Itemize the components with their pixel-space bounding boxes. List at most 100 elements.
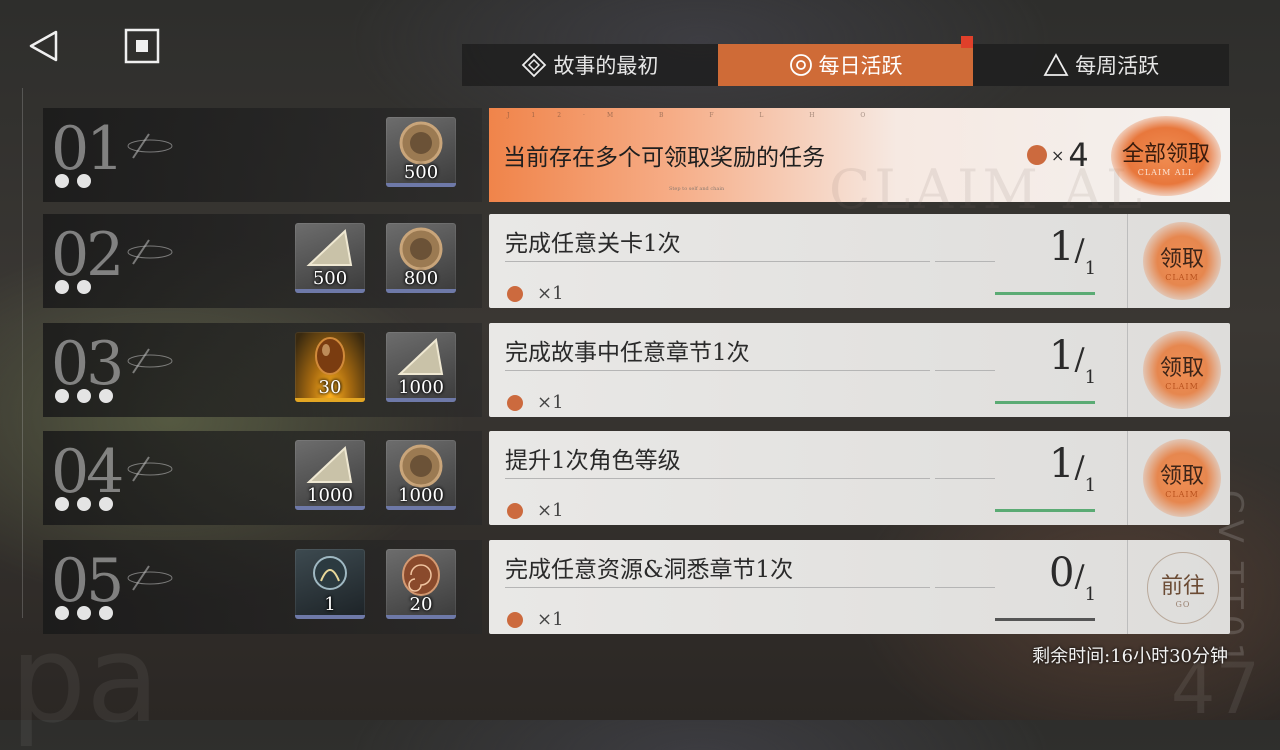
reward-panel: 02 500 800 <box>43 214 482 308</box>
reward-item-gem[interactable]: 30 <box>295 332 365 402</box>
claim-all-label: 全部领取 <box>1121 141 1210 167</box>
back-button[interactable] <box>26 28 62 64</box>
reward-panel: 05 1 20 <box>43 540 482 634</box>
task-reward: ×1 <box>537 283 564 304</box>
reward-panel: 04 1000 1000 <box>43 431 482 525</box>
go-sublabel: GO <box>1175 599 1191 609</box>
decor-code-text: J12·M B F L H O <box>507 112 888 119</box>
difficulty-dots <box>55 389 113 403</box>
claim-sublabel: CLAIM <box>1165 381 1199 391</box>
task-panel: 完成任意关卡1次 ×1 1/1 领取 CLAIM <box>489 214 1230 308</box>
task-title: 完成故事中任意章节1次 <box>505 340 750 366</box>
orb-icon <box>313 556 347 590</box>
go-label: 前往 <box>1160 573 1205 599</box>
number-deco-icon <box>127 565 173 591</box>
claim-count: × 4 <box>1027 136 1089 174</box>
reward-dot-icon <box>1027 145 1047 165</box>
number-deco-icon <box>127 456 173 482</box>
number-deco-icon <box>127 239 173 265</box>
task-row-03: 03 30 1000 完成故事中任意章节1次 ×1 1/1 领取 CLAIM <box>43 323 1230 417</box>
go-button[interactable]: 前往 GO <box>1147 552 1219 624</box>
claim-button[interactable]: 领取 CLAIM <box>1143 331 1221 409</box>
claim-all-title: 当前存在多个可领取奖励的任务 <box>503 145 825 171</box>
decor-background-text: CLAIM AL <box>829 158 1146 221</box>
difficulty-dots <box>55 174 91 188</box>
task-panel: 提升1次角色等级 ×1 1/1 领取 CLAIM <box>489 431 1230 525</box>
reward-item-orb[interactable]: 1 <box>295 549 365 619</box>
task-progress: 1/1 <box>1049 333 1097 388</box>
reward-item-shard[interactable]: 500 <box>295 223 365 293</box>
tab-label: 故事的最初 <box>553 54 659 78</box>
shard-icon <box>306 445 353 483</box>
tab-label: 每周活跃 <box>1075 54 1160 78</box>
task-panel: 完成故事中任意章节1次 ×1 1/1 领取 CLAIM <box>489 323 1230 417</box>
task-title: 提升1次角色等级 <box>505 448 681 474</box>
triangle-icon <box>1043 53 1069 76</box>
reward-item-coin[interactable]: 1000 <box>386 440 456 510</box>
back-arrow-icon <box>29 30 58 62</box>
difficulty-dots <box>55 606 113 620</box>
item-quantity: 1000 <box>307 485 353 506</box>
item-quantity: 1000 <box>398 377 444 398</box>
count-value: 4 <box>1068 136 1089 174</box>
home-button[interactable] <box>124 28 160 64</box>
progress-bar <box>995 618 1095 621</box>
tab-label: 每日活跃 <box>818 54 903 78</box>
claim-button[interactable]: 领取 CLAIM <box>1143 222 1221 300</box>
coin-icon <box>399 121 443 165</box>
diamond-icon <box>522 52 547 78</box>
ammonite-fossil-icon <box>402 554 440 596</box>
claim-label: 领取 <box>1159 246 1204 272</box>
remaining-time: 剩余时间:16小时30分钟 <box>1032 646 1228 667</box>
shard-icon <box>397 337 444 375</box>
progress-bar <box>995 509 1095 512</box>
task-title: 完成任意关卡1次 <box>505 231 681 257</box>
coin-icon <box>399 444 443 488</box>
task-row-05: 05 1 20 完成任意资源&洞悉章节1次 ×1 0/1 前往 GO <box>43 540 1230 634</box>
task-progress: 1/1 <box>1049 224 1097 279</box>
reward-item-coin[interactable]: 800 <box>386 223 456 293</box>
reward-item-coin[interactable]: 500 <box>386 117 456 187</box>
reward-dot-icon <box>507 503 523 519</box>
claim-button[interactable]: 领取 CLAIM <box>1143 439 1221 517</box>
number-deco-icon <box>127 133 173 159</box>
task-reward: ×1 <box>537 392 564 413</box>
shard-icon <box>306 228 353 266</box>
claim-sublabel: CLAIM <box>1165 489 1199 499</box>
left-deco-line <box>22 88 23 618</box>
claim-sublabel: CLAIM <box>1165 272 1199 282</box>
claim-all-button[interactable]: 全部领取 CLAIM ALL <box>1111 116 1221 196</box>
home-square-icon <box>124 28 160 64</box>
item-quantity: 500 <box>403 162 439 183</box>
reward-item-fossil[interactable]: 20 <box>386 549 456 619</box>
tab-story-beginning[interactable]: 故事的最初 <box>462 44 718 86</box>
tab-weekly-activity[interactable]: 每周活跃 <box>973 44 1230 86</box>
decor-small-text: Step to self and chain <box>669 186 725 192</box>
reward-dot-icon <box>507 612 523 628</box>
item-quantity: 1000 <box>398 485 444 506</box>
reward-dot-icon <box>507 395 523 411</box>
difficulty-dots <box>55 280 91 294</box>
reward-item-shard[interactable]: 1000 <box>386 332 456 402</box>
task-panel: 完成任意资源&洞悉章节1次 ×1 0/1 前往 GO <box>489 540 1230 634</box>
task-reward: ×1 <box>537 500 564 521</box>
item-quantity: 800 <box>403 268 439 289</box>
task-row-04: 04 1000 1000 提升1次角色等级 ×1 1/1 领取 CLAIM <box>43 431 1230 525</box>
item-quantity: 500 <box>312 268 348 289</box>
claim-label: 领取 <box>1159 463 1204 489</box>
claim-all-sublabel: CLAIM ALL <box>1137 167 1195 177</box>
number-deco-icon <box>127 348 173 374</box>
task-progress: 0/1 <box>1049 550 1097 605</box>
task-progress: 1/1 <box>1049 441 1097 496</box>
reward-panel: 03 30 1000 <box>43 323 482 417</box>
activity-tabs: 故事的最初 每日活跃 每周活跃 <box>462 36 1230 86</box>
item-quantity: 1 <box>324 594 336 615</box>
coin-icon <box>399 227 443 271</box>
reward-item-shard[interactable]: 1000 <box>295 440 365 510</box>
tab-daily-activity[interactable]: 每日活跃 <box>717 36 974 86</box>
reward-panel: 01 500 <box>43 108 482 202</box>
task-row-02: 02 500 800 完成任意关卡1次 ×1 1/1 领取 CLAIM <box>43 214 1230 308</box>
new-indicator-icon <box>961 36 974 48</box>
task-reward: ×1 <box>537 609 564 630</box>
claim-label: 领取 <box>1159 355 1204 381</box>
